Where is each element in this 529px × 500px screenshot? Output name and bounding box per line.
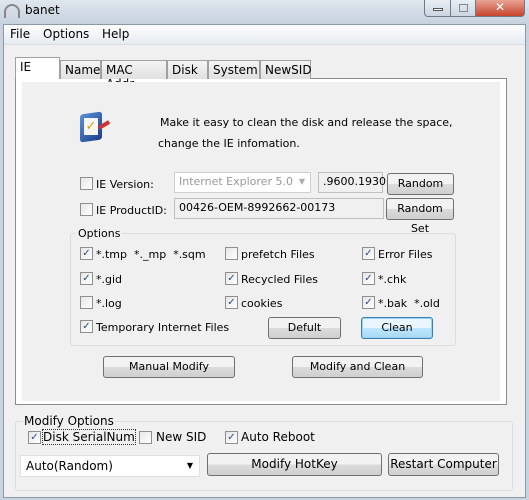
chevron-down-icon: ▼ [186,461,193,470]
option-checkbox[interactable]: ✓ [80,247,93,260]
menu-file[interactable]: File [10,27,30,41]
option-checkbox[interactable]: ✓ [362,247,375,260]
option-label: *.log [96,297,122,310]
auto-reboot-label: Auto Reboot [241,430,315,444]
check-icon: ✓ [227,273,236,284]
check-icon: ✓ [82,273,91,284]
manual-modify-button[interactable]: Manual Modify [103,356,235,378]
description-line-1: Make it easy to clean the disk and relea… [160,116,453,129]
check-icon: ✓ [364,273,373,284]
ie-version-checkbox[interactable] [80,177,93,190]
clean-tool-icon: ✓ [80,111,111,144]
tab-name[interactable]: Name [60,60,101,79]
default-button[interactable]: Defult [268,317,341,339]
disk-serial-label: Disk SerialNum [42,429,136,445]
description-line-2: change the IE infomation. [158,137,300,150]
check-icon: ✓ [364,248,373,259]
new-sid-checkbox[interactable] [139,431,152,444]
maximize-icon [458,4,468,12]
tab-mac-addr[interactable]: MAC Addr [101,60,167,91]
option-label: *.bak *.old [378,297,440,310]
option-checkbox[interactable]: ✓ [80,272,93,285]
minimize-button[interactable] [424,0,451,17]
tab-system[interactable]: System [208,60,260,79]
ie-version-suffix-field[interactable]: .9600.1930 [318,172,386,193]
option-checkbox[interactable]: ✓ [80,320,93,333]
check-icon: ✓ [227,297,236,308]
mode-select-value: Auto(Random) [26,459,113,473]
clean-button[interactable]: Clean [361,317,433,339]
check-icon: ✓ [30,432,39,443]
ie-productid-label: IE ProductID: [96,204,167,217]
auto-reboot-checkbox[interactable]: ✓ [225,431,238,444]
option-checkbox[interactable]: ✓ [362,272,375,285]
check-icon: ✓ [82,248,91,259]
option-label: prefetch Files [241,248,315,261]
option-checkbox[interactable]: ✓ [362,296,375,309]
option-label: *.chk [378,273,407,286]
new-sid-label: New SID [156,430,207,444]
close-icon: ✕ [494,0,506,14]
check-icon: ✓ [82,321,91,332]
check-icon: ✓ [227,432,236,443]
tab-disk[interactable]: Disk [167,60,208,79]
ie-productid-field[interactable]: 00426-OEM-8992662-00173 [174,198,384,219]
option-checkbox[interactable] [80,296,93,309]
ie-version-select[interactable]: Internet Explorer 5.0 ▼ [174,172,311,193]
restart-computer-button[interactable]: Restart Computer [388,453,499,476]
option-label: cookies [241,297,283,310]
ie-version-value: Internet Explorer 5.0 [179,175,293,188]
option-checkbox[interactable]: ✓ [225,272,238,285]
disk-serial-checkbox[interactable]: ✓ [28,431,41,444]
maximize-button[interactable] [450,0,476,17]
close-button[interactable]: ✕ [475,0,525,17]
option-label: Temporary Internet Files [96,321,230,334]
menu-options[interactable]: Options [43,27,89,41]
option-checkbox[interactable]: ✓ [225,296,238,309]
app-icon [4,4,20,18]
check-icon: ✓ [364,297,373,308]
ie-version-random-set-button[interactable]: Random Set [387,173,454,210]
option-label: *.gid [96,273,123,286]
chevron-down-icon: ▼ [298,177,305,186]
option-label: Error Files [378,248,433,261]
modify-and-clean-button[interactable]: Modify and Clean [292,356,423,378]
modify-hotkey-button[interactable]: Modify HotKey [207,453,382,476]
tab-ie[interactable]: IE [15,57,60,79]
tab-newsid[interactable]: NewSID [260,60,312,79]
modify-options-title: Modify Options [23,414,115,428]
option-label: Recycled Files [241,273,318,286]
window-title: banet [25,3,60,17]
option-label: *.tmp *._mp *.sqm [96,248,206,261]
ie-productid-checkbox[interactable] [80,203,93,216]
ie-productid-random-set-button[interactable]: Random Set [386,198,454,235]
menu-help[interactable]: Help [102,27,129,41]
options-group-title: Options [76,227,123,240]
mode-select[interactable]: Auto(Random) ▼ [20,455,200,477]
minimize-icon [432,8,443,11]
ie-version-label: IE Version: [96,178,154,191]
option-checkbox[interactable] [225,247,238,260]
